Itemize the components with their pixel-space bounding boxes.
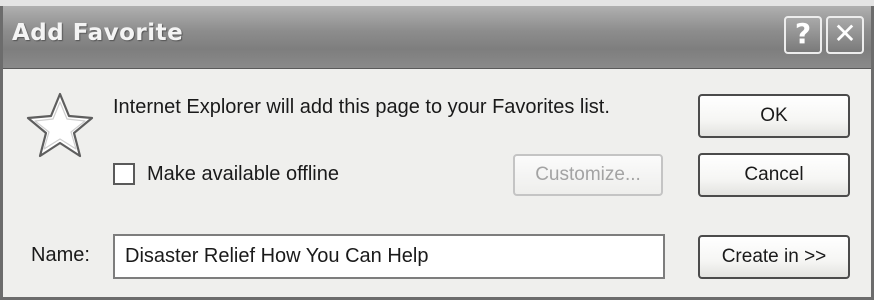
- add-favorite-dialog: Add Favorite ? ✕ Internet Explorer will …: [0, 6, 874, 300]
- offline-checkbox[interactable]: [113, 163, 135, 185]
- offline-checkbox-label[interactable]: Make available offline: [147, 163, 339, 186]
- close-button[interactable]: ✕: [826, 16, 864, 54]
- ok-button[interactable]: OK: [698, 94, 850, 138]
- close-icon: ✕: [833, 17, 857, 50]
- cancel-button[interactable]: Cancel: [698, 153, 850, 197]
- name-input[interactable]: [113, 234, 665, 279]
- help-icon: ?: [794, 17, 812, 50]
- offline-option[interactable]: Make available offline: [113, 160, 339, 188]
- create-in-button[interactable]: Create in >>: [698, 235, 850, 279]
- name-label: Name:: [31, 244, 90, 266]
- customize-button: Customize...: [513, 154, 663, 196]
- help-button[interactable]: ?: [784, 16, 822, 54]
- star-icon: [26, 92, 94, 158]
- window-title: Add Favorite: [12, 20, 184, 46]
- info-message: Internet Explorer will add this page to …: [113, 96, 610, 118]
- title-bar[interactable]: Add Favorite ? ✕: [3, 6, 871, 69]
